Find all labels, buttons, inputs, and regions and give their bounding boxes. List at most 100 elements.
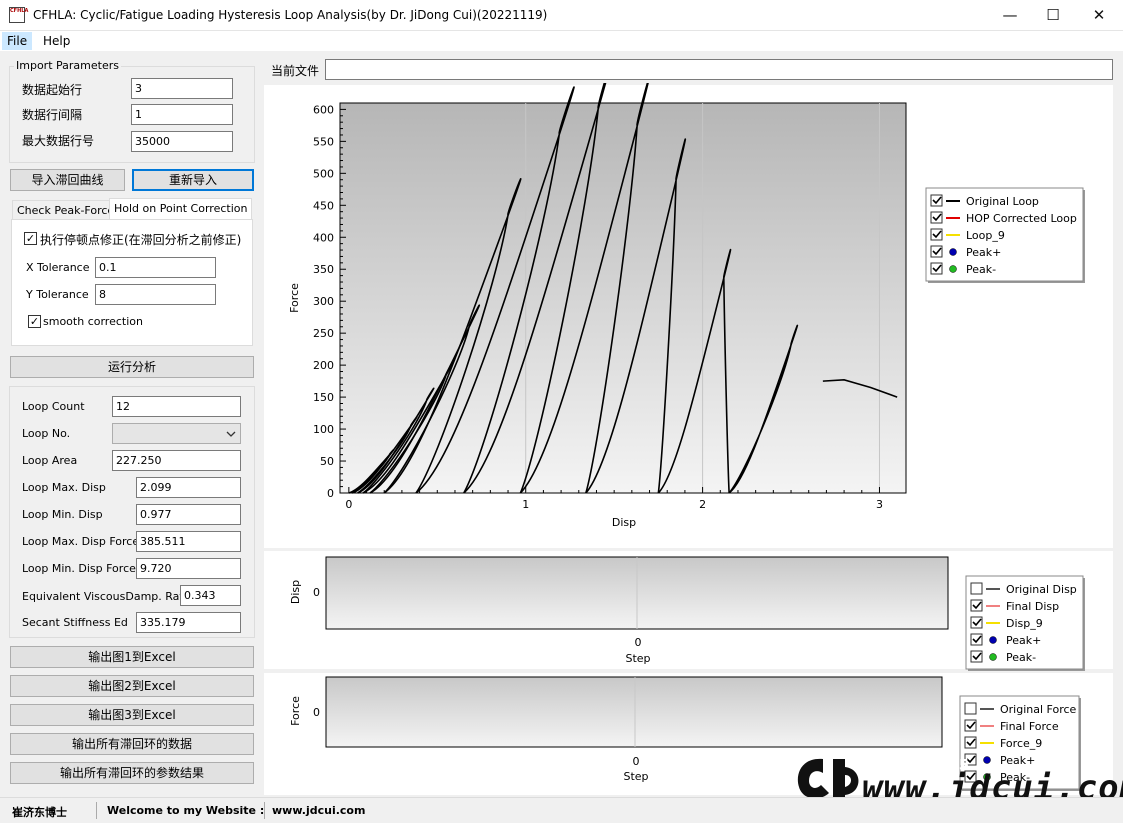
chart3-y-tick-0: 0	[313, 706, 320, 719]
charts-canvas: 0 1 2 3 0 50 100 150 200 250 300 350 400 450 500 550 600…	[264, 83, 1113, 795]
chart1-x-tick-label: 1	[522, 498, 529, 511]
chart1-y-tick-label: 300	[313, 295, 334, 308]
tab-hold-on-point-correction[interactable]: Hold on Point Correction	[109, 198, 253, 220]
chart1-y-axis-label: Force	[288, 283, 301, 313]
menu-bar: File Help	[0, 31, 1123, 51]
legend-checkbox[interactable]	[964, 702, 977, 715]
current-file-input[interactable]	[325, 59, 1113, 80]
damping-ratio-field[interactable]: 0.343	[180, 585, 241, 606]
row-interval-label: 数据行间隔	[22, 108, 83, 122]
max-disp-force-label: Loop Max. Disp Force	[22, 535, 140, 548]
chart2-y-tick-0: 0	[313, 586, 320, 599]
legend-item-label: Peak-	[1006, 651, 1036, 664]
min-disp-label: Loop Min. Disp	[22, 508, 103, 521]
legend-item-label: Force_9	[1000, 737, 1042, 750]
damping-ratio-label: Equivalent ViscousDamp. Ratio	[22, 590, 194, 603]
max-row-input[interactable]: 35000	[131, 131, 233, 152]
loop-area-field[interactable]: 227.250	[112, 450, 241, 471]
status-welcome: Welcome to my Website :	[107, 804, 265, 817]
start-row-label: 数据起始行	[22, 83, 83, 97]
close-button[interactable]: ✕	[1076, 0, 1122, 31]
legend-item-label: Disp_9	[1006, 617, 1043, 630]
chart1-x-axis-label: Disp	[612, 516, 636, 529]
smooth-correction-label: smooth correction	[43, 315, 143, 328]
import-params-title: Import Parameters	[14, 59, 121, 72]
secant-stiffness-field[interactable]: 335.179	[136, 612, 241, 633]
legend-dot-swatch	[989, 653, 997, 661]
chart1-y-tick-label: 150	[313, 391, 334, 404]
min-disp-force-field[interactable]: 9.720	[136, 558, 241, 579]
legend-item-label: Peak-	[966, 263, 996, 276]
chevron-down-icon	[226, 431, 236, 437]
reimport-button[interactable]: 重新导入	[132, 169, 254, 191]
chart3-plot-area[interactable]	[325, 676, 943, 748]
legend-checkbox[interactable]	[970, 582, 983, 595]
status-website-link[interactable]: www.jdcui.com	[272, 804, 365, 817]
window-title: CFHLA: Cyclic/Fatigue Loading Hysteresis…	[33, 8, 548, 22]
secant-stiffness-label: Secant Stiffness Ed	[22, 616, 128, 629]
min-disp-field[interactable]: 0.977	[136, 504, 241, 525]
loop-no-select[interactable]	[112, 423, 241, 444]
row-interval-input[interactable]: 1	[131, 104, 233, 125]
menu-help[interactable]: Help	[38, 32, 75, 50]
menu-file[interactable]: File	[2, 32, 33, 50]
chart1-y-tick-label: 0	[327, 487, 334, 500]
chart1-plot-area[interactable]	[339, 102, 907, 494]
legend-item-label: Original Disp	[1006, 583, 1077, 596]
smooth-correction-checkbox[interactable]: ✓	[28, 315, 41, 328]
maximize-button[interactable]: ☐	[1030, 0, 1076, 31]
loop-area-label: Loop Area	[22, 454, 78, 467]
start-row-input[interactable]: 3	[131, 78, 233, 99]
chart2-legend: Original Disp Final Disp Disp_9 Peak+ Peak-	[965, 575, 1085, 671]
chart3-x-axis-label: Step	[623, 770, 648, 783]
status-author: 崔济东博士	[12, 806, 67, 819]
status-separator	[264, 802, 265, 819]
import-curve-button[interactable]: 导入滞回曲线	[10, 169, 125, 191]
legend-item-label: Peak+	[1000, 754, 1035, 767]
max-row-label: 最大数据行号	[22, 134, 95, 148]
chart1-y-tick-label: 50	[320, 455, 334, 468]
loop-count-label: Loop Count	[22, 400, 85, 413]
max-disp-field[interactable]: 2.099	[136, 477, 241, 498]
chart2-x-axis-label: Step	[625, 652, 650, 665]
chart1-x-tick-label: 0	[345, 498, 352, 511]
run-analysis-button[interactable]: 运行分析	[10, 356, 254, 378]
export-chart3-button[interactable]: 输出图3到Excel	[10, 704, 254, 726]
export-chart2-button[interactable]: 输出图2到Excel	[10, 675, 254, 697]
chart1-y-tick-label: 100	[313, 423, 334, 436]
chart1-y-tick-label: 600	[313, 103, 334, 116]
chart1-legend: Original Loop HOP Corrected Loop Loop_9 Pea…	[925, 187, 1085, 283]
export-all-loops-params-button[interactable]: 输出所有滞回环的参数结果	[10, 762, 254, 784]
legend-item-label: HOP Corrected Loop	[966, 212, 1077, 225]
loop-count-field[interactable]: 12	[112, 396, 241, 417]
legend-item-label: Loop_9	[966, 229, 1005, 242]
chart1-y-tick-label: 550	[313, 135, 334, 148]
chart1-y-tick-label: 250	[313, 327, 334, 340]
tab-check-peak-force[interactable]: Check Peak-Force	[12, 200, 120, 220]
left-panel: Import Parameters 数据起始行 3 数据行间隔 1 最大数据行号…	[0, 51, 262, 797]
legend-item-label: Final Disp	[1006, 600, 1059, 613]
max-disp-label: Loop Max. Disp	[22, 481, 106, 494]
export-all-loops-data-button[interactable]: 输出所有滞回环的数据	[10, 733, 254, 755]
loop-no-label: Loop No.	[22, 427, 71, 440]
minimize-button[interactable]: —	[987, 0, 1033, 31]
x-tolerance-input[interactable]: 0.1	[95, 257, 216, 278]
legend-dot-swatch	[989, 636, 997, 644]
title-bar: CFHLA CFHLA: Cyclic/Fatigue Loading Hyst…	[0, 0, 1123, 31]
chart1-y-tick-label: 450	[313, 199, 334, 212]
y-tolerance-input[interactable]: 8	[95, 284, 216, 305]
legend-item-label: Peak+	[1006, 634, 1041, 647]
legend-item-label: Original Force	[1000, 703, 1077, 716]
legend-dot-swatch	[949, 265, 957, 273]
legend-item-label: Peak+	[966, 246, 1001, 259]
y-tolerance-label: Y Tolerance	[26, 288, 89, 301]
chart1-x-tick-label: 3	[876, 498, 883, 511]
exec-hop-checkbox[interactable]: ✓	[24, 232, 37, 245]
export-chart1-button[interactable]: 输出图1到Excel	[10, 646, 254, 668]
chart1-y-tick-label: 500	[313, 167, 334, 180]
current-file-label: 当前文件	[271, 64, 320, 78]
max-disp-force-field[interactable]: 385.511	[136, 531, 241, 552]
x-tolerance-label: X Tolerance	[26, 261, 90, 274]
chart-area: 当前文件 0 1 2 3 0 50 100 150 200 250 300 350 400 450 500 5…	[262, 51, 1123, 797]
exec-hop-label: 执行停顿点修正(在滞回分析之前修正)	[40, 233, 242, 247]
